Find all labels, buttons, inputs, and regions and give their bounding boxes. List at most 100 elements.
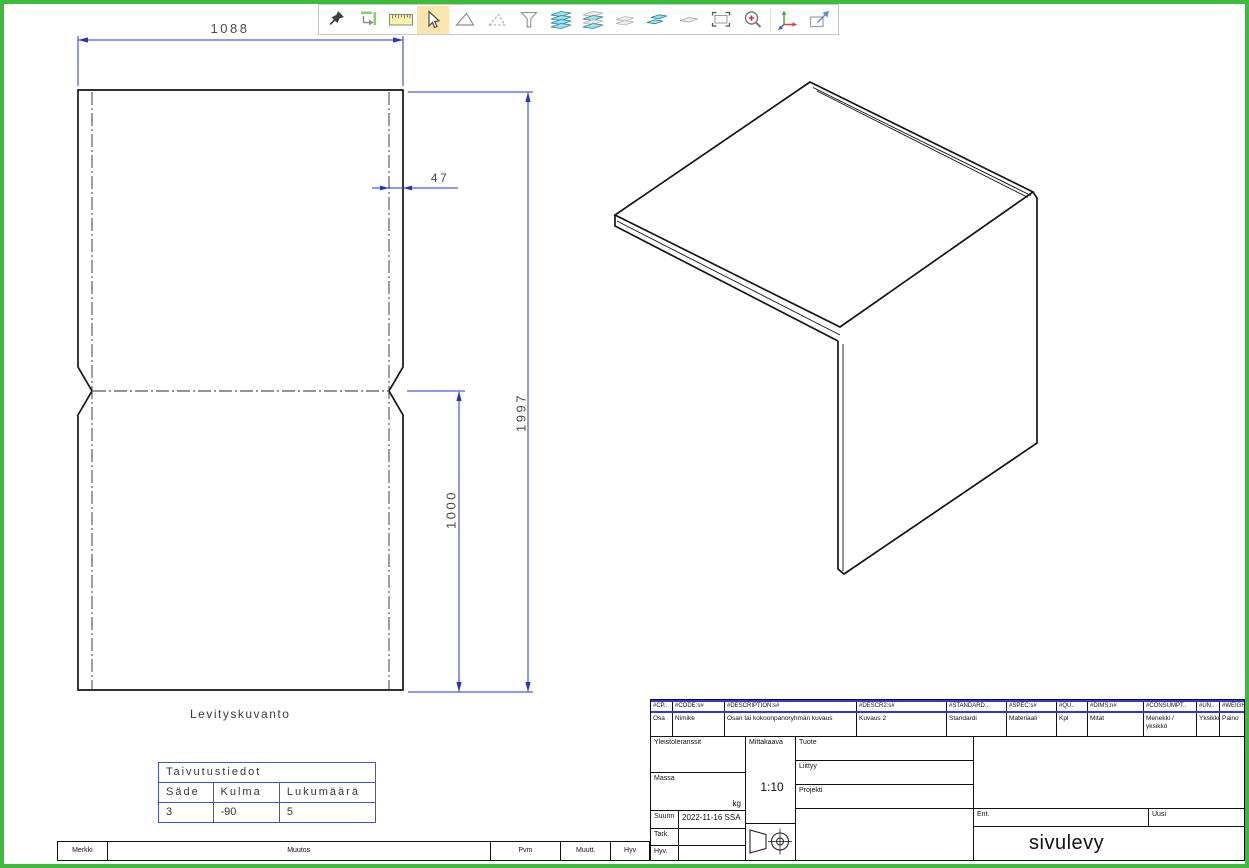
label-yksikko: Yksikkö [1196, 713, 1219, 736]
sheets-inactive-icon [613, 8, 637, 32]
toolbar-button-pan-view[interactable] [804, 6, 836, 34]
select-cursor-icon [421, 8, 445, 32]
dimension-total-height[interactable]: 1997 [514, 373, 529, 453]
toolbar-button-selection-frame[interactable] [705, 6, 737, 34]
revision-approver: Hyv [611, 842, 649, 860]
scale-label: Mittakaava [749, 739, 783, 746]
update-view-icon [357, 8, 381, 32]
scale-value: 1:10 [749, 780, 795, 794]
bend-col-count: Lukumäärä [280, 783, 375, 802]
product-cell: Tuote [796, 737, 974, 761]
label-standardi: Standardi [946, 713, 1006, 736]
title-block: #CP.. #CODE:s# #DESCRIPTION:s# #DESCR2:s… [650, 699, 1245, 861]
toolbar-button-layers-stack-mixed[interactable] [577, 6, 609, 34]
toolbar-separator [770, 9, 771, 31]
flat-view-label[interactable]: Levityskuvanto [190, 707, 290, 721]
title-block-label-row: Osa Nimike Osan tai kokoonpanoryhmän kuv… [651, 713, 1244, 737]
toolbar-button-sketch-plane-hidden[interactable] [481, 6, 513, 34]
toolbar-button-sketch-plane[interactable] [449, 6, 481, 34]
toolbar-button-pin[interactable] [321, 6, 353, 34]
toolbar-button-filter[interactable] [513, 6, 545, 34]
dimension-flange[interactable]: 47 [422, 171, 458, 185]
revision-changer: Muutt. [561, 842, 611, 860]
toolbar-button-sheets-inactive[interactable] [609, 6, 641, 34]
dimension-lower-height[interactable]: 1000 [444, 470, 459, 550]
bend-val-angle: -90 [214, 803, 280, 822]
part-name: sivulevy [974, 827, 1244, 861]
new-cell: Uusi [1149, 809, 1244, 827]
label-menekki: Menekki / yksikkö [1143, 713, 1196, 736]
dimension-lines[interactable] [78, 36, 533, 692]
label-kuvaus: Osan tai kokoonpanoryhmän kuvaus [724, 713, 856, 736]
label-kuvaus2: Kuvaus 2 [856, 713, 946, 736]
zoom-in-icon [741, 8, 765, 32]
var-unit: #UN.. [1196, 702, 1219, 711]
revision-bar: Merkki Muutos Pvm Muutt. Hyv [57, 841, 650, 861]
toolbar-button-select[interactable] [417, 6, 449, 34]
iso-view[interactable] [615, 82, 1037, 574]
pin-icon [325, 8, 349, 32]
toolbar-button-sheets-cyan[interactable] [641, 6, 673, 34]
pan-view-icon [808, 8, 832, 32]
var-description: #DESCRIPTION:s# [724, 702, 856, 711]
var-consumption: #CONSUMPT.. [1143, 702, 1196, 711]
projection-symbol-cell [746, 824, 796, 861]
toolbar-button-axes[interactable] [772, 6, 804, 34]
var-code: #CODE:s# [672, 702, 724, 711]
triangle-icon [453, 8, 477, 32]
axes-icon [776, 8, 800, 32]
toolbar-button-update-view[interactable] [353, 6, 385, 34]
sheet-single-icon [677, 8, 701, 32]
var-dims: #DIMS:n# [1087, 702, 1143, 711]
triangle-dashed-icon [485, 8, 509, 32]
bend-table-title: Taivutustiedot [159, 763, 375, 783]
revision-mark: Merkki [58, 842, 108, 860]
selection-frame-icon [709, 8, 733, 32]
bend-col-radius: Säde [159, 783, 214, 802]
mass-label: Massa [654, 775, 675, 782]
layers-stack-icon [549, 8, 573, 32]
label-materiaali: Materiaali [1006, 713, 1056, 736]
ruler-icon [388, 8, 414, 32]
bend-val-count: 5 [280, 803, 375, 822]
revision-date: Pvm [491, 842, 562, 860]
middle-empty-cell [796, 809, 974, 861]
designed-label-cell: Suunn [651, 811, 679, 829]
project-cell: Projekti [796, 785, 974, 809]
toolbar-button-sheet-single[interactable] [673, 6, 705, 34]
approved-label-cell: Hyv. [651, 846, 679, 861]
right-empty-cell [974, 737, 1244, 809]
mass-unit: kg [733, 799, 741, 808]
dimension-width[interactable]: 1088 [200, 21, 260, 36]
label-paino: Paino [1219, 713, 1244, 736]
var-standard: #STANDARD.. [946, 702, 1006, 711]
label-osa: Osa [651, 713, 672, 736]
label-kpl: Kpl [1056, 713, 1087, 736]
approved-value-cell [679, 846, 746, 861]
toolbar-button-layers-stack[interactable] [545, 6, 577, 34]
related-cell: Liittyy [796, 761, 974, 785]
bend-lines[interactable] [92, 92, 389, 689]
dimension-arrows [78, 37, 531, 692]
scale-cell: Mittakaava 1:10 [746, 737, 796, 824]
bend-val-radius: 3 [159, 803, 214, 822]
designed-value-cell: 2022-11-16 SSA [679, 811, 746, 829]
sheets-cyan-icon [645, 8, 669, 32]
toolbar-button-ruler[interactable] [385, 6, 417, 34]
toolbar-button-zoom-in[interactable] [737, 6, 769, 34]
title-block-variable-row: #CP.. #CODE:s# #DESCRIPTION:s# #DESCR2:s… [651, 700, 1244, 713]
bend-col-angle: Kulma [214, 783, 280, 802]
toolbar [318, 4, 839, 35]
checked-value-cell [679, 829, 746, 846]
former-cell: Ent. [974, 809, 1149, 827]
var-qty: #QU.. [1056, 702, 1087, 711]
general-tolerances-cell: Yleistoleranssit [651, 737, 746, 773]
var-descr2: #DESCR2:s# [856, 702, 946, 711]
flat-pattern-outline[interactable] [78, 90, 403, 690]
cad-window: 1088 47 1997 1000 Levityskuvanto Taivutu… [0, 0, 1249, 868]
revision-change: Muutos [108, 842, 491, 860]
var-cp: #CP.. [651, 702, 672, 711]
var-spec: #SPEC:s# [1006, 702, 1056, 711]
label-nimike: Nimike [672, 713, 724, 736]
filter-icon [517, 8, 541, 32]
